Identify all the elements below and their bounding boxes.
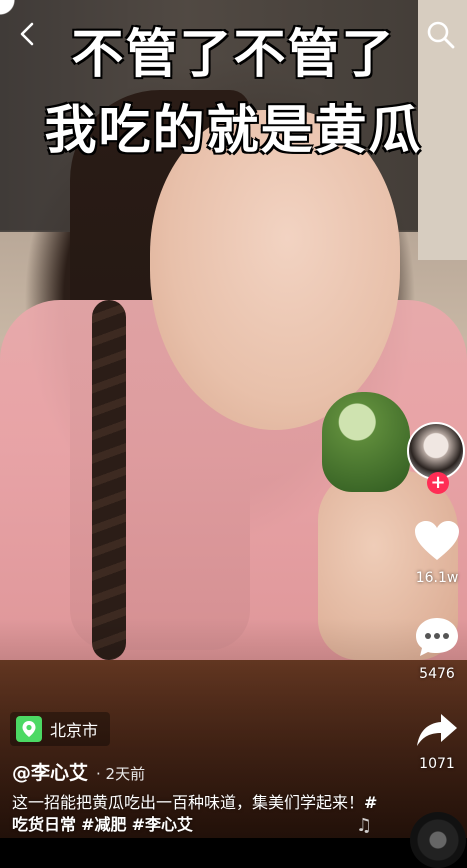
like-button[interactable]: 16.1w — [408, 520, 466, 586]
author-avatar-area[interactable]: + — [407, 422, 465, 494]
music-disc-icon[interactable] — [410, 812, 466, 868]
search-button[interactable] — [426, 20, 456, 50]
hashtag-link[interactable]: #李心艾 — [132, 815, 193, 834]
comment-count: 5476 — [419, 666, 455, 682]
music-note-icon: ♫ — [356, 815, 373, 836]
location-tag[interactable]: 北京市 — [10, 712, 111, 746]
person-braid — [92, 300, 126, 660]
hashtag-link[interactable]: #减肥 — [81, 815, 126, 834]
comment-icon — [416, 618, 458, 656]
description-text: 这一招能把黄瓜吃出一百种味道，集美们学起来！ — [12, 793, 365, 812]
post-time: · 2天前 — [96, 765, 146, 783]
back-button[interactable] — [14, 20, 42, 48]
author-line: @李心艾 · 2天前 — [12, 758, 145, 785]
chevron-left-icon — [20, 22, 34, 46]
heart-icon — [415, 521, 459, 560]
follow-button[interactable]: + — [427, 472, 449, 494]
author-handle[interactable]: @李心艾 — [12, 758, 88, 785]
video-description: 这一招能把黄瓜吃出一百种味道，集美们学起来！#吃货日常 #减肥 #李心艾 — [12, 792, 382, 836]
video-caption-line1: 不管了不管了 — [71, 25, 396, 85]
like-count: 16.1w — [415, 570, 459, 586]
video-caption-line2: 我吃的就是黄瓜 — [44, 101, 423, 161]
search-icon — [427, 21, 455, 49]
comment-button[interactable]: 5476 — [408, 616, 466, 682]
location-label: 北京市 — [50, 721, 99, 740]
share-arrow-icon — [417, 714, 457, 746]
share-count: 1071 — [419, 756, 455, 772]
share-button[interactable]: 1071 — [408, 712, 466, 772]
cucumber — [322, 392, 410, 492]
location-pin-icon — [16, 716, 42, 742]
